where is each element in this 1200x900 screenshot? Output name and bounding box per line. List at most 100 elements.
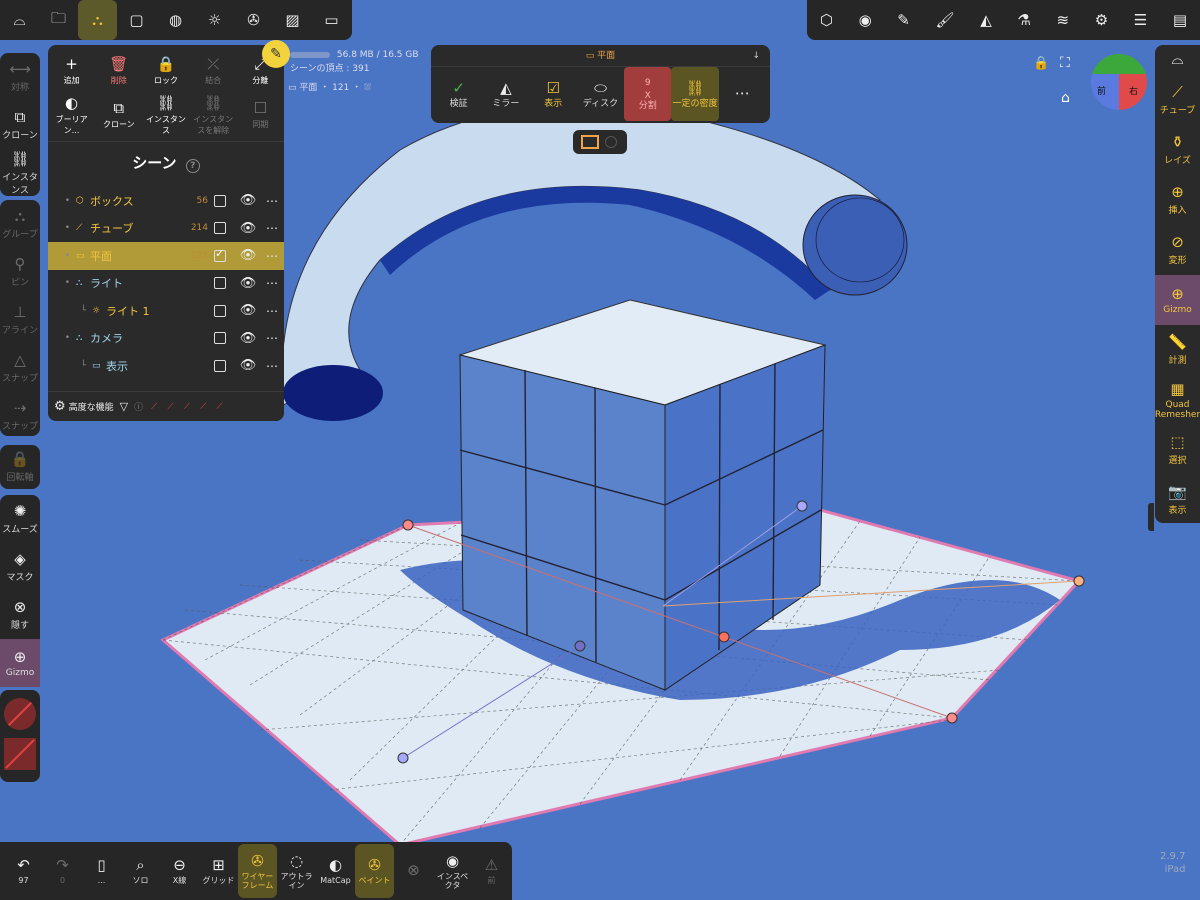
visibility-eye-icon[interactable]: 👁	[236, 221, 260, 236]
pin-icon[interactable]: ✎	[262, 40, 290, 68]
more-options-icon[interactable]: ⋯	[260, 276, 284, 290]
navigation-cube[interactable]: 前 右	[1091, 54, 1147, 110]
visibility-eye-icon[interactable]: 👁	[236, 331, 260, 346]
settings-button[interactable]: ⚙	[1095, 11, 1108, 29]
scene-action-2[interactable]: 🔒 ロック	[142, 49, 189, 93]
disabled-option-icon[interactable]: ⟋	[200, 402, 206, 412]
primitive-tool-6[interactable]: ⋯	[719, 67, 766, 121]
right-tool-7[interactable]: ▦ Quad Remesher	[1155, 375, 1200, 425]
bottom-tool-11[interactable]: ◉ インスペクタ	[433, 844, 472, 898]
left-tool-1[interactable]: ⚲ ピン	[0, 248, 40, 296]
left-tool-2[interactable]: ⊥ アライン	[0, 296, 40, 344]
help-icon[interactable]: ⓘ	[134, 400, 143, 413]
bottom-tool-7[interactable]: ◌ アウトライン	[277, 844, 316, 898]
visibility-eye-icon[interactable]: 👁	[236, 358, 260, 373]
right-tool-6[interactable]: 📏 計測	[1155, 325, 1200, 375]
viewport-mode-switch[interactable]	[573, 130, 627, 154]
advanced-features-button[interactable]: 高度な機能	[69, 400, 114, 413]
select-checkbox[interactable]	[214, 277, 226, 290]
layers-button[interactable]: ≋	[1056, 11, 1069, 29]
brush-radius-button[interactable]: ◉	[859, 11, 872, 29]
collapse-icon[interactable]: ↓	[752, 45, 760, 67]
scene-row[interactable]: • ⟋ チューブ 214 👁 ⋯	[48, 215, 284, 243]
more-options-icon[interactable]: ⋯	[260, 359, 284, 373]
lock-view-icon[interactable]: 🔒	[1033, 56, 1049, 71]
right-tool-5[interactable]: ⊕ Gizmo	[1155, 275, 1200, 325]
select-checkbox[interactable]	[214, 247, 226, 262]
scene-action-6[interactable]: ⧉ クローン	[95, 93, 142, 137]
left-tool-0[interactable]: ✺ スムーズ	[0, 495, 40, 543]
film-reel-button[interactable]: ✇	[234, 0, 273, 40]
scene-row[interactable]: └ ☼ ライト 1 👁 ⋯	[48, 297, 284, 325]
right-tool-9[interactable]: 📷 表示	[1155, 475, 1200, 525]
primitive-tool-3[interactable]: ⬭ ディスク	[577, 67, 624, 121]
primitive-tool-4[interactable]: 9X 分割	[624, 67, 672, 121]
left-tool-2[interactable]: ⛓ インスタンス	[0, 149, 40, 197]
select-checkbox[interactable]	[214, 359, 226, 372]
advanced-settings-icon[interactable]: ⚙	[54, 399, 66, 414]
primitive-tool-0[interactable]: ✓ 検証	[435, 67, 482, 121]
scene-row[interactable]: • ▭ 平面 121 👁⋯	[48, 242, 284, 270]
right-toolbar-handle[interactable]	[1148, 503, 1154, 531]
scene-action-8[interactable]: ⛓ インスタンスを解除	[190, 93, 237, 137]
scene-row[interactable]: • ⬡ ボックス 56 👁 ⋯	[48, 187, 284, 215]
brush-color-swatch[interactable]	[4, 698, 36, 730]
fullscreen-icon[interactable]: ⛶	[1060, 55, 1070, 71]
bottom-tool-0[interactable]: ↶ 97	[4, 844, 43, 898]
primitive-tool-5[interactable]: ⛓ 一定の密度	[671, 67, 719, 121]
sun-button[interactable]: ☼	[195, 0, 234, 40]
scene-action-5[interactable]: ◐ ブーリアン...	[48, 93, 95, 137]
scene-row[interactable]: └ ▭ 表示 👁 ⋯	[48, 352, 284, 380]
primitive-tool-2[interactable]: ☑ 表示	[530, 67, 577, 121]
left-tool-1[interactable]: ◈ マスク	[0, 543, 40, 591]
folder-button[interactable]: 🗀	[39, 0, 78, 40]
more-options-icon[interactable]: ⋯	[260, 194, 284, 208]
left-tool-0[interactable]: ⛬ グループ	[0, 200, 40, 248]
left-tool-1[interactable]: ⧉ クローン	[0, 101, 40, 149]
scene-row[interactable]: • ⛬ ライト 👁 ⋯	[48, 270, 284, 298]
scene-action-9[interactable]: ☐ 同期	[237, 93, 284, 137]
bottom-tool-3[interactable]: ⌕ ソロ	[121, 844, 160, 898]
backpack-button[interactable]: ▤	[1173, 11, 1187, 29]
bottom-tool-6[interactable]: ✇ ワイヤーフレーム	[238, 844, 277, 898]
visibility-eye-icon[interactable]: 👁	[236, 193, 260, 208]
bottom-tool-9[interactable]: ✇ ペイント	[355, 844, 394, 898]
shoe-button[interactable]: ⌓	[0, 0, 39, 40]
bottom-tool-2[interactable]: ▯...	[82, 844, 121, 898]
scene-action-0[interactable]: + 追加	[48, 49, 95, 93]
image-button[interactable]: ▨	[273, 0, 312, 40]
materials-button[interactable]: ⬡	[820, 11, 833, 29]
left-tool-2[interactable]: ⊗ 隠す	[0, 591, 40, 639]
bottom-tool-4[interactable]: ⊖ X線	[160, 844, 199, 898]
visibility-eye-icon[interactable]: 👁	[236, 248, 260, 263]
disabled-option-icon[interactable]: ⟋	[216, 402, 222, 412]
bottom-tool-10[interactable]: ⊗	[394, 844, 433, 898]
sliders-button[interactable]: ☰	[1134, 11, 1147, 29]
disabled-option-icon[interactable]: ⟋	[151, 402, 157, 412]
scene-graph-button[interactable]: ⛬	[78, 0, 117, 40]
right-tool-0[interactable]: ⌓	[1155, 45, 1200, 75]
left-tool-3[interactable]: ⊕ Gizmo	[0, 639, 40, 687]
bottom-tool-12[interactable]: ⚠ 前	[472, 844, 511, 898]
right-tool-8[interactable]: ⬚ 選択	[1155, 425, 1200, 475]
material-swatch[interactable]	[4, 738, 36, 770]
chevron-down-icon[interactable]: ▽	[120, 400, 128, 413]
camera-mode-icon[interactable]	[605, 136, 617, 148]
select-checkbox[interactable]	[214, 332, 226, 345]
right-tool-2[interactable]: ⚱ レイズ	[1155, 125, 1200, 175]
select-checkbox[interactable]	[214, 194, 226, 207]
bottom-tool-5[interactable]: ⊞ グリッド	[199, 844, 238, 898]
visibility-eye-icon[interactable]: 👁	[236, 303, 260, 318]
right-tool-1[interactable]: ⟋ チューブ	[1155, 75, 1200, 125]
disabled-option-icon[interactable]: ⟋	[167, 402, 173, 412]
visibility-eye-icon[interactable]: 👁	[236, 276, 260, 291]
left-tool-3[interactable]: △ スナップ	[0, 344, 40, 392]
more-options-icon[interactable]: ⋯	[260, 249, 284, 263]
scene-action-7[interactable]: ⛓ インスタンス	[142, 93, 189, 137]
scene-row[interactable]: • ⛬ カメラ 👁 ⋯	[48, 325, 284, 353]
primitive-tool-1[interactable]: ◭ ミラー	[482, 67, 529, 121]
select-checkbox[interactable]	[214, 304, 226, 317]
home-icon[interactable]: ⌂	[1061, 90, 1070, 106]
select-checkbox[interactable]	[214, 222, 226, 235]
sphere-button[interactable]: ◍	[156, 0, 195, 40]
